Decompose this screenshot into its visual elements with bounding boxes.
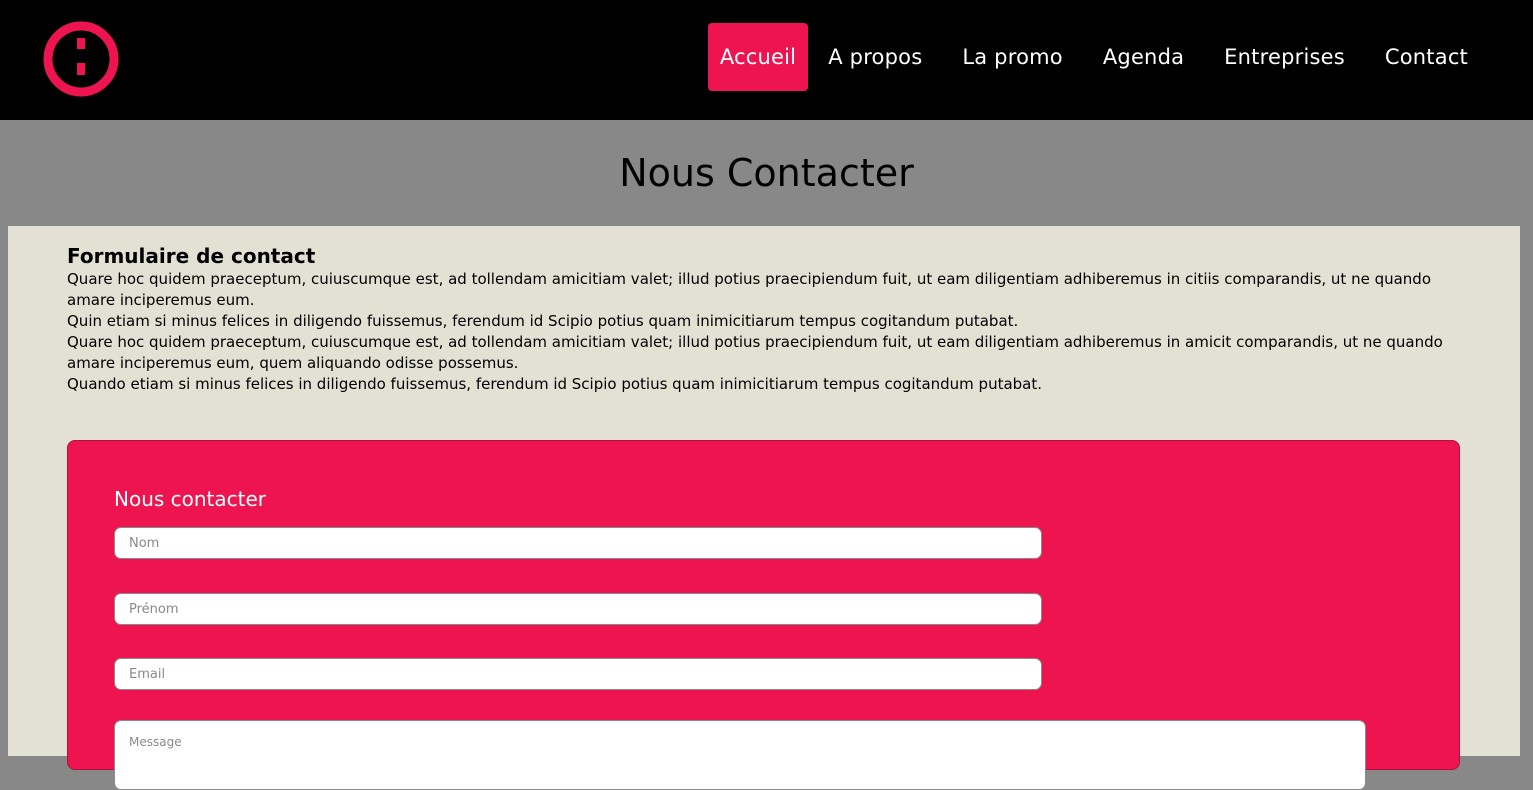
nav-item-accueil[interactable]: Accueil <box>707 23 809 91</box>
nav-item-la-promo[interactable]: La promo <box>942 23 1083 91</box>
intro-text: Quare hoc quidem praeceptum, cuiuscumque… <box>67 269 1462 395</box>
nav-item-contact[interactable]: Contact <box>1365 23 1488 91</box>
intro-paragraph: Quando etiam si minus felices in diligen… <box>67 375 1043 393</box>
email-input[interactable] <box>114 658 1042 690</box>
message-textarea[interactable] <box>114 720 1366 790</box>
prenom-input[interactable] <box>114 593 1042 625</box>
nom-input[interactable] <box>114 527 1042 559</box>
nav-item-agenda[interactable]: Agenda <box>1083 23 1204 91</box>
form-title: Nous contacter <box>114 487 267 511</box>
site-header: Accueil A propos La promo Agenda Entrepr… <box>0 0 1533 120</box>
intro-title: Formulaire de contact <box>67 244 316 268</box>
main-nav: Accueil A propos La promo Agenda Entrepr… <box>707 23 1488 91</box>
title-band: Nous Contacter <box>0 120 1533 226</box>
page-title: Nous Contacter <box>619 151 914 195</box>
nav-item-entreprises[interactable]: Entreprises <box>1204 23 1365 91</box>
intro-paragraph: Quare hoc quidem praeceptum, cuiuscumque… <box>67 270 1432 309</box>
contact-form: Nous contacter <box>67 440 1460 790</box>
intro-paragraph: Quin etiam si minus felices in diligendo… <box>67 312 1019 330</box>
intro-paragraph: Quare hoc quidem praeceptum, cuiuscumque… <box>67 333 1443 372</box>
nav-item-a-propos[interactable]: A propos <box>808 23 942 91</box>
intro-section: Formulaire de contact Quare hoc quidem p… <box>67 243 1462 395</box>
main-panel: Formulaire de contact Quare hoc quidem p… <box>8 226 1520 790</box>
round-logo-icon[interactable] <box>43 21 119 97</box>
